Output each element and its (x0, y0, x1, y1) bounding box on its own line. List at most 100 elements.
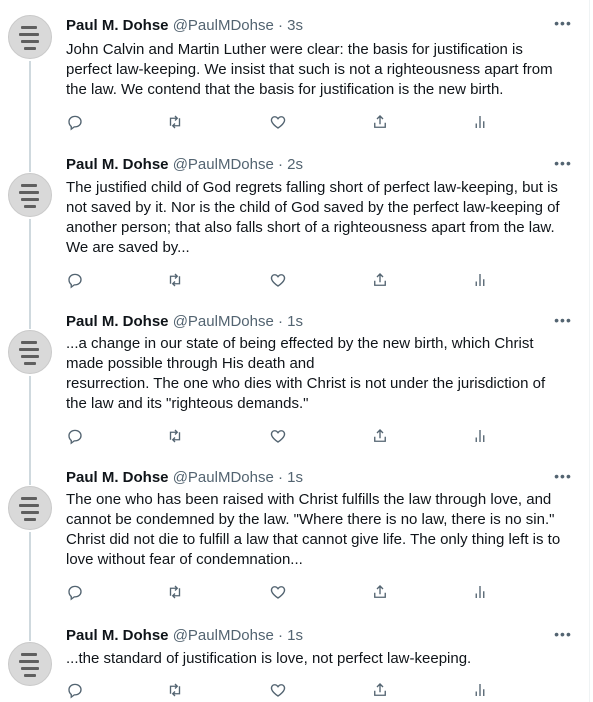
separator: · (273, 469, 288, 486)
retweet-icon[interactable] (166, 427, 186, 447)
tweet[interactable]: Paul M. Dohse @PaulMDohse · 2s ••• The j… (0, 156, 589, 315)
thread-connector (29, 219, 31, 315)
tweet-header: Paul M. Dohse @PaulMDohse · 1s (66, 313, 303, 331)
share-icon[interactable] (371, 583, 391, 603)
author-handle[interactable]: @PaulMDohse (173, 17, 274, 34)
author-handle[interactable]: @PaulMDohse (173, 156, 274, 173)
analytics-icon[interactable] (471, 583, 491, 603)
share-icon[interactable] (371, 113, 391, 133)
tweet-text: ...a change in our state of being effect… (66, 334, 578, 414)
thread-connector (29, 315, 31, 329)
tweet-header: Paul M. Dohse @PaulMDohse · 3s (66, 17, 303, 35)
tweet-header: Paul M. Dohse @PaulMDohse · 2s (66, 156, 303, 174)
share-icon[interactable] (371, 681, 391, 701)
author-name[interactable]: Paul M. Dohse (66, 469, 169, 486)
tweet-text-line: ...a change in our state of being effect… (66, 335, 534, 352)
tweet-text: John Calvin and Martin Luther were clear… (66, 40, 578, 100)
reply-icon[interactable] (66, 583, 86, 603)
avatar[interactable] (8, 330, 52, 374)
tweet[interactable]: Paul M. Dohse @PaulMDohse · 3s ••• John … (0, 0, 589, 158)
tweet-header: Paul M. Dohse @PaulMDohse · 1s (66, 469, 303, 487)
tweet-text-line: made possible through His death and (66, 355, 315, 372)
tweet-text-line: John Calvin and Martin Luther were clear… (66, 41, 523, 58)
tweet-header: Paul M. Dohse @PaulMDohse · 1s (66, 627, 303, 645)
author-handle[interactable]: @PaulMDohse (173, 313, 274, 330)
more-icon[interactable]: ••• (552, 16, 574, 30)
tweet-text-line: ...the standard of justification is love… (66, 650, 472, 667)
tweet-text-line: We are saved by... (66, 239, 190, 256)
tweet-text-line: another person; that also falls short of… (66, 219, 555, 236)
tweet-text-line: resurrection. The one who dies with Chri… (66, 375, 546, 392)
like-icon[interactable] (269, 583, 289, 603)
tweet-text-line: Christ did not die to fulfill a law that… (66, 531, 561, 548)
tweet[interactable]: Paul M. Dohse @PaulMDohse · 1s ••• The o… (0, 469, 589, 627)
timestamp[interactable]: 1s (287, 627, 303, 644)
more-icon[interactable]: ••• (552, 313, 574, 327)
timestamp[interactable]: 3s (287, 17, 303, 34)
separator: · (273, 627, 288, 644)
tweet-text: ...the standard of justification is love… (66, 649, 578, 669)
thread-connector (29, 61, 31, 158)
tweet-actions (66, 583, 496, 603)
tweet-text-line: The one who has been raised with Christ … (66, 491, 552, 508)
tweet-text-line: the law and its "righteous demands." (66, 395, 309, 412)
thread-connector (29, 376, 31, 471)
thread-connector (29, 532, 31, 627)
timestamp[interactable]: 1s (287, 469, 303, 486)
avatar[interactable] (8, 173, 52, 217)
author-name[interactable]: Paul M. Dohse (66, 313, 169, 330)
analytics-icon[interactable] (471, 271, 491, 291)
thread-connector (29, 158, 31, 172)
more-icon[interactable]: ••• (552, 156, 574, 170)
like-icon[interactable] (269, 681, 289, 701)
like-icon[interactable] (269, 113, 289, 133)
tweet[interactable]: Paul M. Dohse @PaulMDohse · 1s ••• ...th… (0, 627, 589, 702)
analytics-icon[interactable] (471, 681, 491, 701)
thread-connector (29, 471, 31, 485)
tweet-text-line: cannot be condemned by the law. "Where t… (66, 511, 555, 528)
reply-icon[interactable] (66, 113, 86, 133)
tweet-text: The justified child of God regrets falli… (66, 178, 578, 258)
separator: · (273, 156, 288, 173)
column-border (589, 0, 590, 702)
tweet-actions (66, 271, 496, 291)
reply-icon[interactable] (66, 427, 86, 447)
retweet-icon[interactable] (166, 113, 186, 133)
timestamp[interactable]: 1s (287, 313, 303, 330)
tweet-text-line: love without fear of condemnation... (66, 551, 303, 568)
tweet-text-line: not saved by it. Nor is the child of God… (66, 199, 560, 216)
author-handle[interactable]: @PaulMDohse (173, 469, 274, 486)
like-icon[interactable] (269, 271, 289, 291)
author-name[interactable]: Paul M. Dohse (66, 156, 169, 173)
author-name[interactable]: Paul M. Dohse (66, 627, 169, 644)
analytics-icon[interactable] (471, 113, 491, 133)
tweet-actions (66, 113, 496, 133)
analytics-icon[interactable] (471, 427, 491, 447)
more-icon[interactable]: ••• (552, 469, 574, 483)
separator: · (273, 313, 288, 330)
reply-icon[interactable] (66, 271, 86, 291)
tweet-text-line: perfect law-keeping. We insist that such… (66, 61, 553, 78)
retweet-icon[interactable] (166, 583, 186, 603)
retweet-icon[interactable] (166, 271, 186, 291)
tweet-text-line: the law. We contend that the basis for j… (66, 81, 504, 98)
tweet-text-line: The justified child of God regrets falli… (66, 179, 558, 196)
author-name[interactable]: Paul M. Dohse (66, 17, 169, 34)
separator: · (273, 17, 288, 34)
share-icon[interactable] (371, 271, 391, 291)
tweet-thread: Paul M. Dohse @PaulMDohse · 3s ••• John … (0, 0, 589, 702)
tweet-text: The one who has been raised with Christ … (66, 490, 578, 570)
share-icon[interactable] (371, 427, 391, 447)
timestamp[interactable]: 2s (287, 156, 303, 173)
more-icon[interactable]: ••• (552, 627, 574, 641)
avatar[interactable] (8, 15, 52, 59)
tweet-actions (66, 681, 496, 701)
avatar[interactable] (8, 486, 52, 530)
avatar[interactable] (8, 642, 52, 686)
tweet[interactable]: Paul M. Dohse @PaulMDohse · 1s ••• ...a … (0, 313, 589, 471)
tweet-actions (66, 427, 496, 447)
like-icon[interactable] (269, 427, 289, 447)
author-handle[interactable]: @PaulMDohse (173, 627, 274, 644)
retweet-icon[interactable] (166, 681, 186, 701)
reply-icon[interactable] (66, 681, 86, 701)
